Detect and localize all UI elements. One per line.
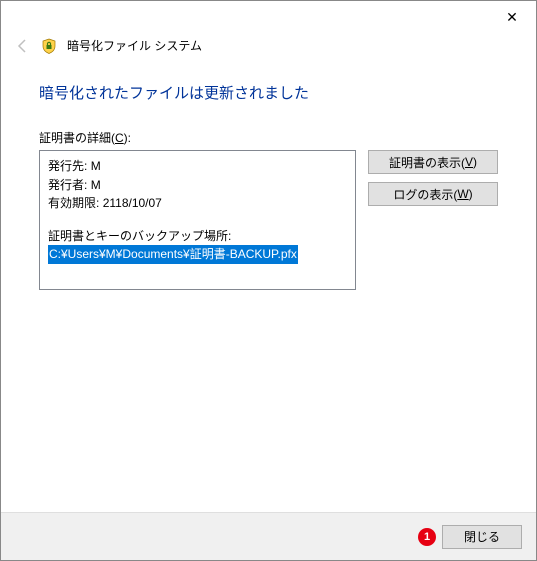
dialog-footer: 1 閉じる [1,512,536,560]
cert-details-label-post: ): [124,131,131,145]
issued-to-value: M [91,159,101,173]
view-log-button[interactable]: ログの表示(W) [368,182,498,206]
expiry-label: 有効期限: [48,196,99,210]
titlebar: ✕ [1,1,536,31]
close-button[interactable]: 閉じる [442,525,522,549]
back-arrow-icon [15,38,31,54]
backup-path-row: C:¥Users¥M¥Documents¥証明書-BACKUP.pfx [48,245,347,264]
wizard-header: 暗号化ファイル システム [1,31,536,54]
issued-to-row: 発行先: M [48,157,347,176]
view-log-post: ) [469,187,473,201]
expiry-row: 有効期限: 2118/10/07 [48,194,347,213]
close-window-button[interactable]: ✕ [490,3,534,31]
page-heading: 暗号化されたファイルは更新されました [39,82,498,103]
side-button-column: 証明書の表示(V) ログの表示(W) [368,150,498,206]
issued-to-label: 発行先: [48,159,87,173]
view-log-pre: ログの表示( [393,186,457,203]
cert-details-label: 証明書の詳細(C): [39,129,498,146]
view-cert-pre: 証明書の表示( [389,154,465,171]
view-certificate-button[interactable]: 証明書の表示(V) [368,150,498,174]
cert-details-label-pre: 証明書の詳細( [39,131,115,145]
content-area: 暗号化されたファイルは更新されました 証明書の詳細(C): 発行先: M 発行者… [1,54,536,290]
backup-path-value[interactable]: C:¥Users¥M¥Documents¥証明書-BACKUP.pfx [48,245,298,264]
backup-location-label: 証明書とキーのバックアップ場所: [48,227,347,246]
close-icon: ✕ [506,9,518,26]
issued-by-row: 発行者: M [48,176,347,195]
issued-by-value: M [91,178,101,192]
annotation-badge-1: 1 [418,528,436,546]
shield-efs-icon [41,38,57,54]
view-cert-accelerator: V [465,155,473,169]
wizard-title: 暗号化ファイル システム [67,37,202,54]
cert-details-box: 発行先: M 発行者: M 有効期限: 2118/10/07 証明書とキーのバッ… [39,150,356,290]
cert-details-accelerator: C [115,131,124,145]
expiry-value: 2118/10/07 [103,196,162,210]
view-log-accelerator: W [457,187,468,201]
view-cert-post: ) [473,155,477,169]
issued-by-label: 発行者: [48,178,87,192]
